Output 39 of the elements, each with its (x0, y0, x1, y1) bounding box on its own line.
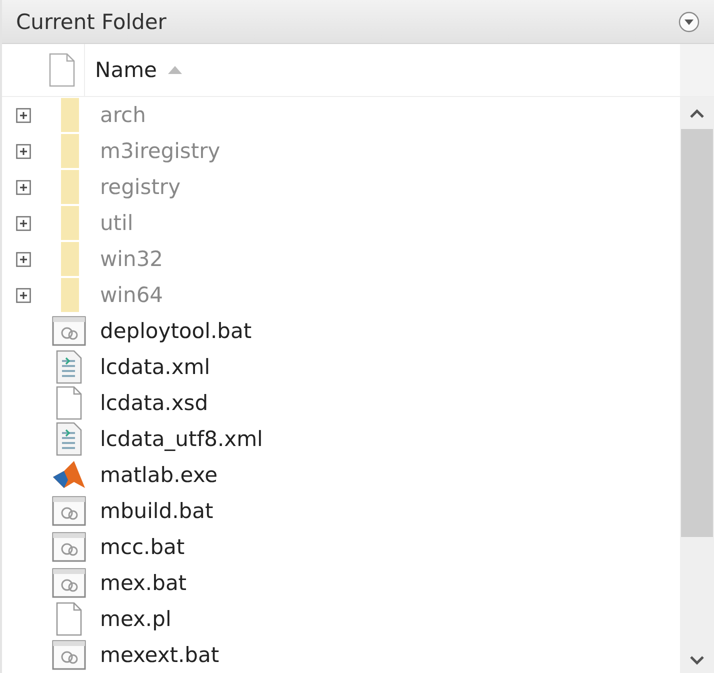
file-name[interactable]: lcdata.xml (100, 355, 210, 379)
file-name[interactable]: m3iregistry (100, 139, 220, 163)
expand-icon[interactable] (16, 144, 30, 158)
scroll-up-icon[interactable] (689, 109, 705, 119)
file-name[interactable]: mex.pl (100, 607, 172, 631)
expand-icon[interactable] (16, 216, 30, 230)
file-name[interactable]: lcdata.xsd (100, 391, 208, 415)
peak-shape-icon (52, 460, 86, 490)
expand-icon[interactable] (16, 180, 30, 194)
batch-file-icon (52, 568, 86, 598)
blank-file-icon (55, 602, 83, 636)
dropdown-menu-icon[interactable] (678, 10, 700, 32)
file-name[interactable]: deploytool.bat (100, 319, 252, 343)
panel-title: Current Folder (16, 10, 166, 34)
xml-file-icon (55, 422, 83, 456)
batch-file-icon (52, 316, 86, 346)
blank-file-icon (55, 386, 83, 420)
file-name[interactable]: mbuild.bat (100, 499, 214, 523)
file-type-column-icon (48, 53, 76, 87)
file-name[interactable]: win32 (100, 247, 164, 271)
expand-icon[interactable] (16, 252, 30, 266)
file-name[interactable]: mcc.bat (100, 535, 185, 559)
file-name[interactable]: util (100, 211, 134, 235)
vertical-scrollbar[interactable] (680, 97, 714, 673)
file-name[interactable]: matlab.exe (100, 463, 218, 487)
batch-file-icon (52, 496, 86, 526)
scroll-down-icon[interactable] (689, 655, 705, 665)
file-name[interactable]: arch (100, 103, 146, 127)
expand-icon[interactable] (16, 288, 30, 302)
expand-icon[interactable] (16, 108, 30, 122)
scrollbar-thumb[interactable] (681, 129, 713, 537)
file-name[interactable]: registry (100, 175, 180, 199)
file-name[interactable]: mex.bat (100, 571, 187, 595)
batch-file-icon (52, 532, 86, 562)
file-name[interactable]: lcdata_utf8.xml (100, 427, 263, 451)
xml-file-icon (55, 350, 83, 384)
file-name[interactable]: mexext.bat (100, 643, 220, 667)
batch-file-icon (52, 640, 86, 670)
file-name[interactable]: win64 (100, 283, 164, 307)
